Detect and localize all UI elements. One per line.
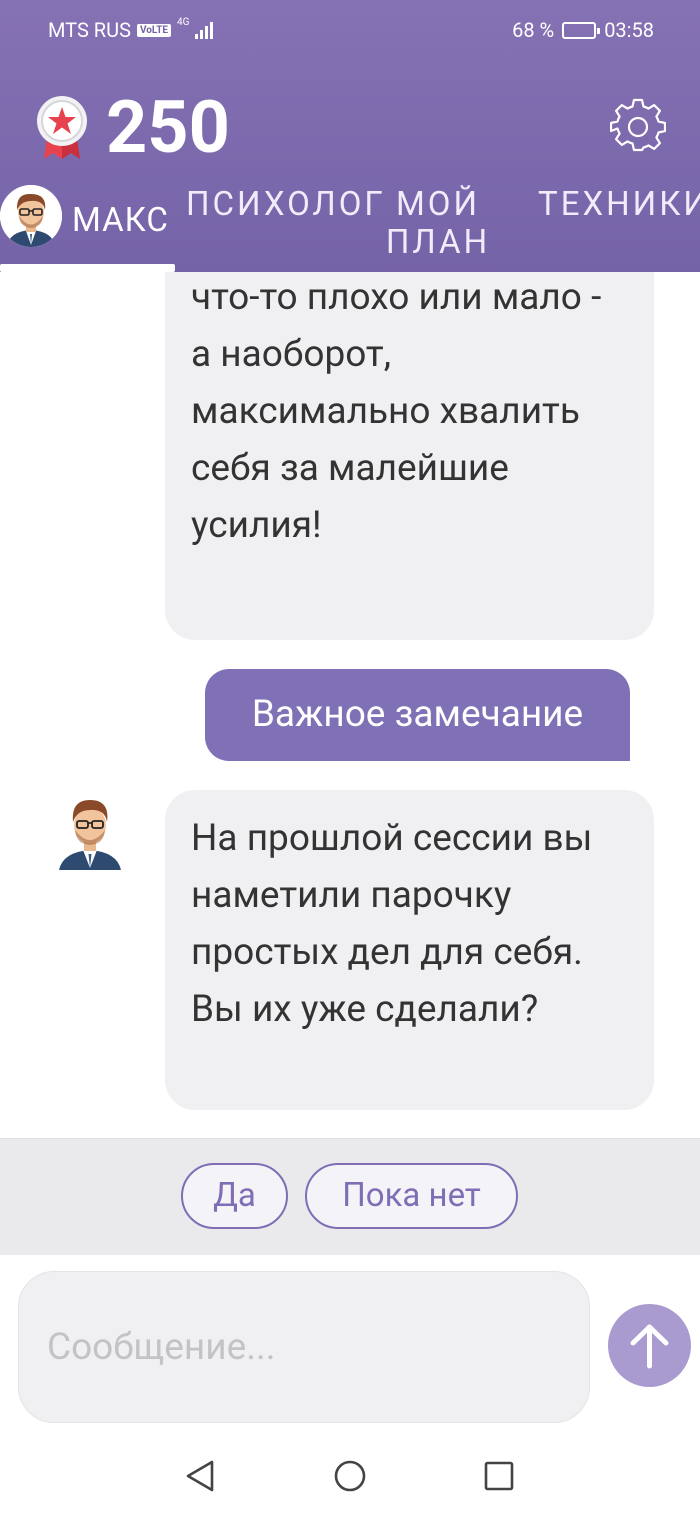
message-input[interactable] <box>18 1271 590 1423</box>
status-right: 68 % 03:58 <box>512 18 654 42</box>
tab-bar: МАКС ПСИХОЛОГ МОЙ ПЛАН ТЕХНИКИ <box>0 182 700 272</box>
clock: 03:58 <box>604 18 654 42</box>
bot-avatar-icon <box>59 800 121 870</box>
battery-icon <box>562 21 601 39</box>
medal-star-icon <box>37 96 87 159</box>
app-header: MTS RUS VoLTE 4G 68 % 03:58 250 МАКС ПСИ… <box>0 0 700 272</box>
maks-avatar <box>0 185 62 247</box>
active-tab-indicator <box>0 264 175 272</box>
signal-icon <box>195 21 214 39</box>
network-type: 4G <box>177 16 190 28</box>
composer <box>0 1255 700 1435</box>
quick-replies: Да Пока нет <box>0 1138 700 1255</box>
tab-maks[interactable]: МАКС <box>0 182 178 272</box>
send-button[interactable] <box>608 1304 691 1387</box>
carrier-name: MTS RUS <box>48 18 131 42</box>
tab-label-maks: МАКС <box>72 201 169 240</box>
quick-reply-yes-button[interactable]: Да <box>181 1163 288 1229</box>
recent-apps-icon[interactable] <box>481 1458 517 1494</box>
back-icon[interactable] <box>182 1458 218 1494</box>
home-icon[interactable] <box>332 1458 368 1494</box>
status-bar: MTS RUS VoLTE 4G 68 % 03:58 <box>0 0 700 60</box>
arrow-up-icon <box>630 1324 669 1369</box>
tab-my-plan[interactable]: МОЙ ПЛАН <box>380 186 496 262</box>
man-avatar-icon <box>0 185 62 247</box>
tab-psychologist[interactable]: ПСИХОЛОГ <box>186 186 383 224</box>
tab-techniques[interactable]: ТЕХНИКИ <box>538 186 700 224</box>
status-left: MTS RUS VoLTE 4G <box>48 16 214 42</box>
bot-message: за то, что вы сделали что-то плохо или м… <box>165 272 654 640</box>
chat-area[interactable]: за то, что вы сделали что-то плохо или м… <box>0 272 700 1138</box>
system-nav-bar <box>0 1435 700 1517</box>
bot-message: На прошлой сессии вы наметили парочку пр… <box>165 790 654 1110</box>
gear-icon[interactable] <box>610 97 666 153</box>
quick-reply-not-yet-button[interactable]: Пока нет <box>305 1163 518 1229</box>
volte-badge: VoLTE <box>136 23 172 37</box>
score-value: 250 <box>106 85 230 170</box>
battery-percent: 68 % <box>512 18 555 42</box>
user-message: Важное замечание <box>205 669 630 761</box>
score-block[interactable]: 250 <box>34 92 230 164</box>
